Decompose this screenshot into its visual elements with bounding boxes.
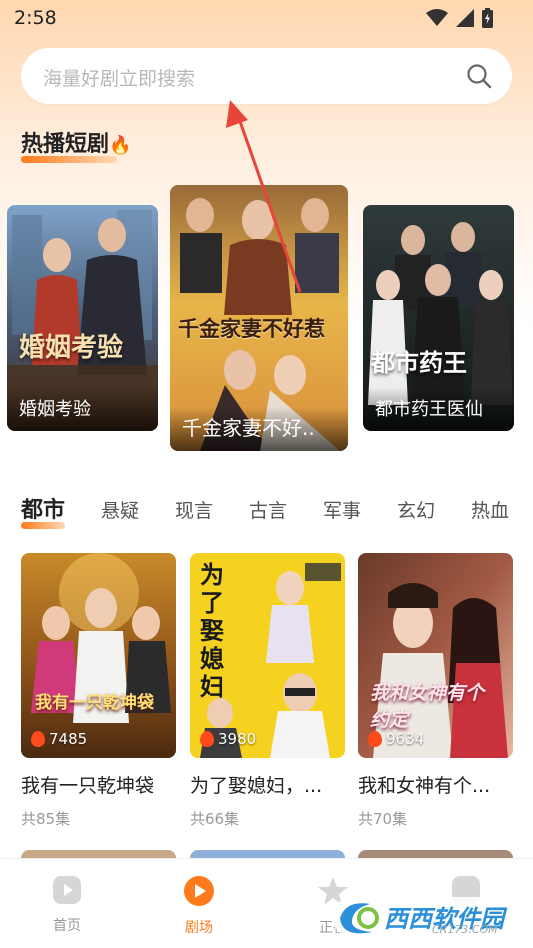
tab-xuanyi[interactable]: 悬疑 — [101, 496, 139, 523]
drama-card-3[interactable]: 我和女神有个约定 9634 我和女神有个... 共70集 — [358, 553, 513, 829]
tab-xuanhuan[interactable]: 玄幻 — [397, 496, 435, 523]
hot-card-1[interactable]: 婚姻考验 婚姻考验 — [7, 205, 158, 431]
hot-card-caption: 都市药王医仙 — [375, 399, 483, 420]
episode-count: 共66集 — [190, 810, 240, 828]
poster: 我和女神有个约定 9634 — [358, 553, 513, 758]
hot-section-underline — [21, 156, 117, 163]
hot-card-caption: 千金家妻不好.. — [182, 416, 315, 440]
view-count: 9634 — [368, 730, 424, 748]
hot-section-title-text: 热播短剧 — [21, 132, 110, 157]
fire-icon — [31, 731, 45, 747]
battery-icon — [482, 8, 493, 28]
nav-home-label: 首页 — [53, 918, 81, 934]
play-icon — [53, 876, 81, 904]
poster: 为了娶媳妇 3980 — [190, 553, 345, 758]
theater-icon — [184, 876, 214, 906]
tab-guyan[interactable]: 古言 — [249, 496, 287, 523]
drama-title: 我和女神有个... — [358, 775, 491, 797]
drama-card-1[interactable]: 我有一只乾坤袋 7485 我有一只乾坤袋 共85集 — [21, 553, 176, 829]
poster-title: 我和女神有个约定 — [370, 682, 485, 731]
view-count: 3980 — [200, 730, 256, 748]
hot-section-title: 热播短剧🔥 — [21, 126, 131, 158]
watermark-subtext: CR173.COM — [432, 923, 498, 936]
hot-card-3[interactable]: 都市药王 都市药王医仙 — [363, 205, 514, 431]
search-icon[interactable] — [466, 63, 492, 89]
wifi-icon — [426, 9, 448, 26]
hot-card-caption: 婚姻考验 — [19, 399, 91, 420]
hot-card-2[interactable]: 千金家妻不好惹 千金家妻不好.. — [170, 185, 348, 451]
poster-title: 为了娶媳妇 — [200, 561, 224, 701]
tab-rexue[interactable]: 热血 — [471, 496, 509, 523]
episode-count: 共70集 — [358, 810, 408, 828]
poster-title: 千金家妻不好惹 — [178, 316, 325, 341]
drama-title: 我有一只乾坤袋 — [21, 775, 155, 797]
fire-icon: 🔥 — [109, 135, 132, 156]
tab-xianyan[interactable]: 现言 — [175, 496, 213, 523]
drama-card-2[interactable]: 为了娶媳妇 3980 为了娶媳妇，... 共66集 — [190, 553, 345, 829]
signal-icon — [456, 9, 474, 27]
active-tab-underline — [21, 522, 65, 529]
poster-image — [21, 553, 176, 758]
status-icons — [426, 8, 493, 28]
search-input[interactable]: 海量好剧立即搜索 — [21, 48, 512, 104]
tab-junshi[interactable]: 军事 — [323, 496, 361, 523]
nav-theater[interactable]: 剧场 — [159, 875, 239, 937]
nav-theater-label: 剧场 — [185, 920, 213, 936]
view-count: 7485 — [31, 730, 87, 748]
tab-dushi[interactable]: 都市 — [21, 492, 65, 524]
poster-title: 婚姻考验 — [19, 333, 124, 363]
search-placeholder: 海量好剧立即搜索 — [43, 68, 196, 90]
poster-title: 都市药王 — [371, 348, 467, 377]
category-tabs: 都市 悬疑 现言 古言 军事 玄幻 热血 — [21, 492, 533, 532]
status-bar: 2:58 — [0, 0, 533, 36]
poster: 我有一只乾坤袋 7485 — [21, 553, 176, 758]
episode-count: 共85集 — [21, 810, 71, 828]
view-count-value: 7485 — [49, 730, 88, 748]
poster-title: 我有一只乾坤袋 — [35, 693, 154, 713]
view-count-value: 3980 — [218, 730, 257, 748]
fire-icon — [368, 731, 382, 747]
view-count-value: 9634 — [386, 730, 425, 748]
drama-title: 为了娶媳妇，... — [190, 775, 323, 797]
fire-icon — [200, 731, 214, 747]
nav-home[interactable]: 首页 — [27, 875, 107, 935]
status-time: 2:58 — [14, 7, 57, 29]
